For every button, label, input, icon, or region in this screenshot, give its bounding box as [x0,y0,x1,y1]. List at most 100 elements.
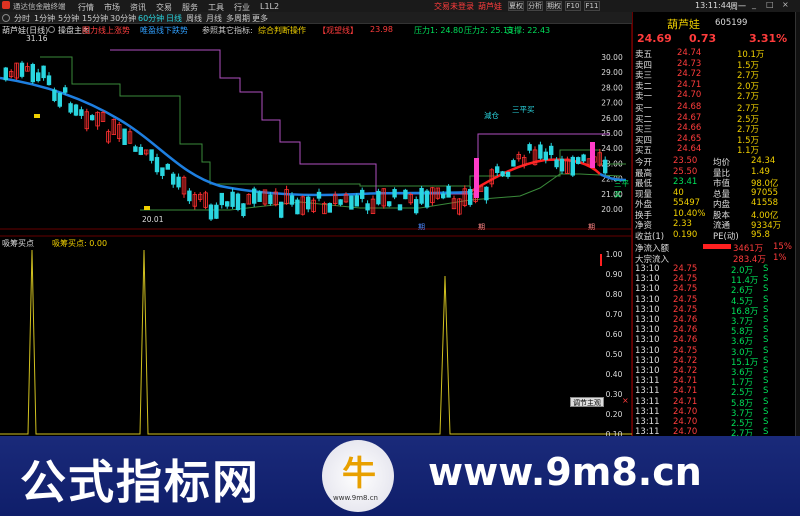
legend-watch: 【观望线】 [318,26,358,35]
main-menu: 行情 市场 资讯 交易 服务 工具 行业 L1L2 [78,1,338,12]
tick-price: 24.71 [673,386,698,397]
candle-body [19,62,25,77]
tab-options[interactable]: 期权 [546,1,562,11]
ask-row: 卖四 24.73 1.5万 [633,59,795,71]
candle-body [505,171,511,177]
tick-side: S [763,386,769,397]
stock-code: 605199 [715,18,748,28]
period-multi[interactable]: 多周期 [226,13,250,24]
ask-price: 24.71 [677,79,702,90]
tab-xiaquan[interactable]: 夏权 [508,1,524,11]
period-daily[interactable]: 日线 [166,13,182,24]
period-weekly[interactable]: 周线 [186,13,202,24]
banner-right-text: www.9m8.cn [428,450,702,494]
tick-side: S [763,325,769,336]
tick-side: S [763,264,769,274]
close-button[interactable]: × [782,0,789,9]
candle-body [187,190,192,202]
period-fenshi[interactable]: 分时 [14,13,30,24]
resistance-line-green [40,56,626,187]
ask-row: 卖一 24.70 2.7万 [633,90,795,102]
tick-time: 13:11 [635,396,660,407]
stat-row: 今开 23.50 均价 24.34 [633,156,795,168]
candle-body [251,188,257,204]
quote-panel: 葫芦娃 605199 24.69 0.73 3.31% 卖五 24.74 10.1万… [632,12,800,439]
period-monthly[interactable]: 月线 [206,13,222,24]
period-15min[interactable]: 15分钟 [82,13,108,24]
watermark-banner: 公式指标网 牛 www.9m8.cn www.9m8.cn [0,436,800,516]
flow-value: 283.4万 [733,254,766,265]
tick-price: 24.70 [673,417,698,427]
signal-bar [474,158,479,198]
tick-side: S [763,376,769,387]
tab-analysis[interactable]: 分析 [527,1,543,11]
ask-price: 24.70 [677,90,702,100]
legend-watch-value: 23.98 [370,25,393,34]
candle-body [160,167,165,176]
sub-tick-label: 0.70 [606,310,623,319]
candle-body [57,92,62,107]
candle-body [41,65,46,79]
bid-price: 24.66 [677,123,702,133]
candle-body [170,173,176,185]
stat-row: 最高 25.50 量比 1.49 [633,167,795,179]
tick-side: S [763,345,769,356]
period-1min[interactable]: 1分钟 [34,13,55,24]
ask-price: 24.74 [677,48,702,58]
bid-price: 24.68 [677,102,702,112]
tick-side: S [763,315,769,325]
side-scrollbar[interactable] [795,12,800,436]
tick-price: 24.75 [673,304,698,315]
candle-body [133,146,138,152]
candle-body [527,144,532,151]
popup-close-icon[interactable]: × [622,396,629,405]
weekday: 周一 [730,2,746,11]
tick-side: S [763,274,769,285]
stat-row: 换手 10.40% 股本 4.00亿 [633,209,795,221]
period-mark: 期 [588,223,595,231]
tick-price: 24.76 [673,325,698,336]
price-tick-label: 26.00 [601,114,623,123]
candle-body [46,75,52,86]
period-60min[interactable]: 60分钟 [138,13,164,24]
adjust-popup[interactable]: 调节主观 [570,397,604,407]
stat-row: 净资 2.33 流通 9334万 [633,219,795,231]
candle-body [397,204,403,211]
candle-body [354,195,359,207]
yellow-marker [144,206,150,210]
candle-body [316,191,322,199]
candle-body [52,89,57,101]
period-5min[interactable]: 5分钟 [58,13,79,24]
tab-f11[interactable]: F11 [584,1,600,11]
period-more[interactable]: 更多 [252,13,268,24]
period-30min[interactable]: 30分钟 [110,13,136,24]
candle-body [349,195,354,210]
period-mark: 期 [478,223,485,231]
menu-l1l2[interactable]: L1L2 [260,2,279,11]
stat-value: 2.33 [673,219,692,229]
settings-icon[interactable] [48,26,55,33]
tick-side: S [763,396,769,407]
minimize-button[interactable]: _ [752,0,756,9]
ask-label: 卖一 [635,92,653,102]
tick-side: S [763,304,769,315]
stat-value: 97055 [751,187,779,198]
candle-body [386,201,392,207]
logo-url: www.9m8.cn [333,494,378,502]
chart-area[interactable]: 30.00 29.00 28.00 27.00 26.00 25.00 24.00 23.00… [0,24,632,436]
stat-value: 23.50 [673,156,698,166]
sub-tick-label: 0.60 [606,330,623,339]
sub-red-mark [600,254,602,266]
legend-ref: 参照其它指标: [202,26,253,35]
tab-f10[interactable]: F10 [565,1,581,11]
back-icon[interactable] [2,14,10,22]
sub-tick-label: 0.30 [606,390,623,399]
login-status[interactable]: 交易未登录 [434,1,474,12]
candle-body [484,186,489,201]
sub-chart-legend: 吸筹买点: 0.00 [52,239,108,248]
maximize-button[interactable]: □ [766,0,774,9]
candle-body [30,64,35,83]
clock: 13:11:44 [695,1,731,10]
candle-body [494,166,500,173]
tick-price: 24.71 [673,396,698,407]
